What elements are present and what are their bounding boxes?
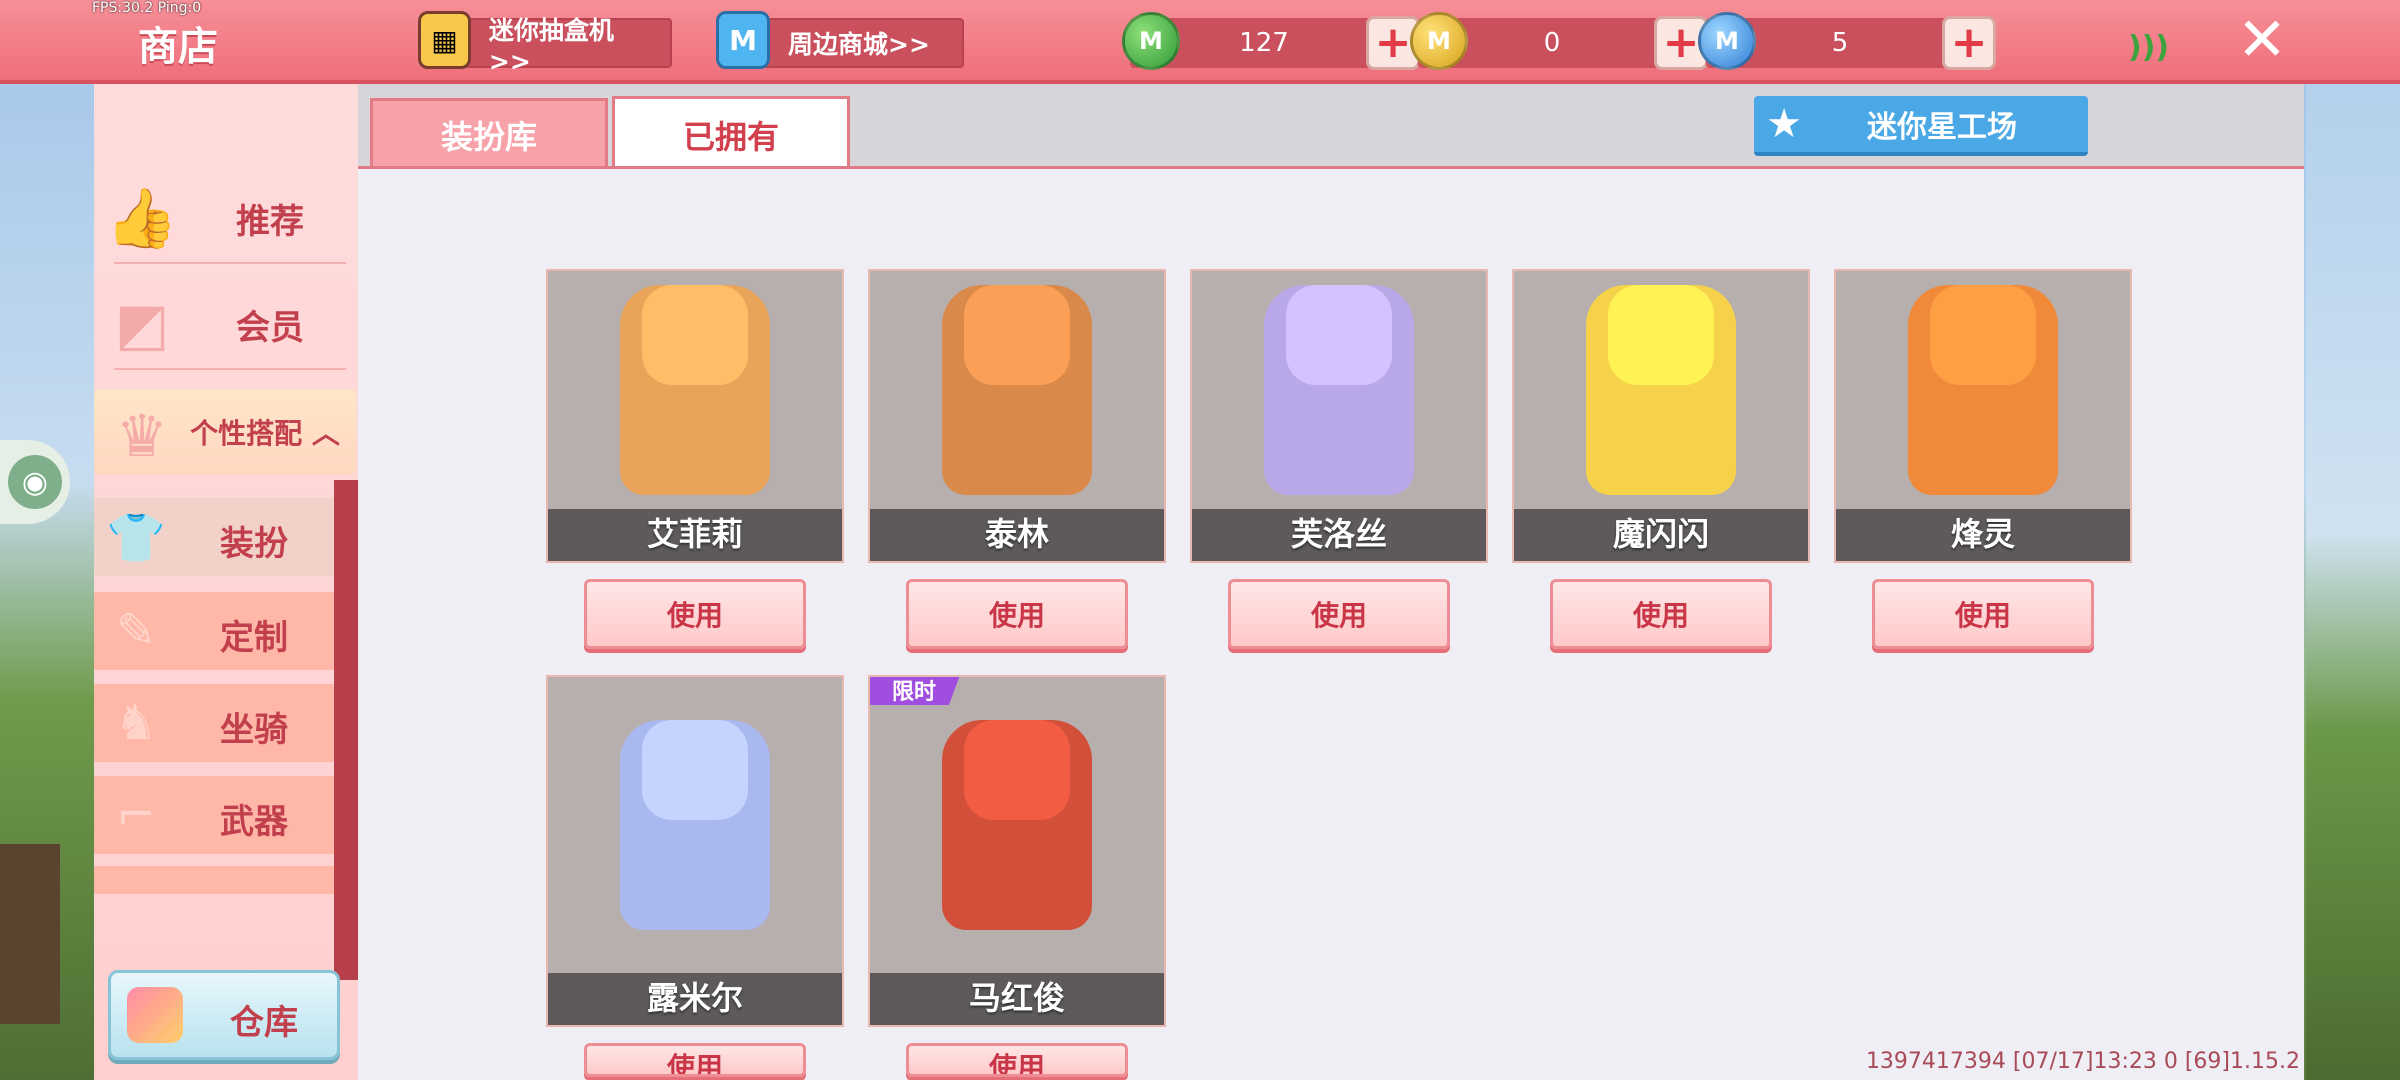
character-figure — [1264, 285, 1414, 495]
sidebar-item-label: 会员 — [236, 307, 304, 348]
use-button[interactable]: 使用 — [1872, 579, 2094, 649]
top-bar: FPS:30.2 Ping:0 商店 ▦ 迷你抽盒机>> M 周边商城>> M … — [0, 0, 2400, 84]
sidebar-scroll-rail — [334, 480, 358, 980]
star-icon: ★ — [1766, 101, 1802, 147]
skin-card[interactable]: 烽灵 — [1834, 269, 2132, 563]
game-world-right — [2306, 84, 2400, 1080]
tab-owned[interactable]: 已拥有 — [612, 96, 850, 170]
character-figure — [942, 285, 1092, 495]
tab-dress-library[interactable]: 装扮库 — [370, 98, 608, 168]
sidebar-subitem-label: 武器 — [220, 802, 288, 842]
build-info: 1397417394 [07/17]13:23 0 [69]1.15.2 — [1865, 1049, 2300, 1074]
mount-icon: ♞ — [114, 695, 158, 751]
use-button[interactable]: 使用 — [584, 579, 806, 649]
currency-amount: 0 — [1543, 28, 1561, 58]
skin-art — [548, 271, 842, 509]
sidebar-subitem-label: 装扮 — [220, 524, 288, 564]
use-button[interactable]: 使用 — [906, 579, 1128, 649]
sidebar-subitem-customize[interactable]: ✎ 定制 — [94, 592, 334, 670]
gun-icon: ⌐ — [115, 787, 157, 843]
terrain-block — [0, 844, 60, 1024]
currency-green: M 127 + — [1122, 12, 1420, 70]
use-button[interactable]: 使用 — [1228, 579, 1450, 649]
green-coin-icon: M — [1122, 12, 1180, 70]
shirt-icon: 👕 — [106, 509, 166, 566]
thumbs-up-icon: 👍 — [105, 183, 179, 252]
sidebar-item-recommend[interactable]: 👍 推荐 — [94, 172, 356, 264]
shop-title: 商店 — [138, 24, 218, 70]
sidebar-subitem-label: 定制 — [220, 618, 288, 658]
lottery-machine-label: 迷你抽盒机>> — [488, 15, 614, 76]
divider — [114, 368, 346, 370]
sidebar-subitem-dress[interactable]: 👕 装扮 — [94, 498, 334, 576]
add-currency-button[interactable]: + — [1942, 16, 1996, 70]
character-figure — [620, 720, 770, 930]
character-figure — [942, 720, 1092, 930]
sidebar-item-label: 个性搭配 ︿ — [190, 417, 340, 450]
divider — [114, 262, 346, 264]
blue-coin-icon: M — [1698, 12, 1756, 70]
currency-blue: M 5 + — [1698, 12, 1996, 70]
chest-icon — [127, 987, 183, 1043]
skin-art — [1514, 271, 1808, 509]
skin-art — [870, 271, 1164, 509]
sidebar-subitem-weapon[interactable]: ⌐ 武器 — [94, 776, 334, 854]
assistant-icon: ◉ — [8, 455, 62, 509]
tv-box-icon: ▦ — [418, 11, 471, 69]
skin-name: 马红俊 — [968, 979, 1065, 1017]
use-button[interactable]: 使用 — [906, 1043, 1128, 1077]
lottery-machine-button[interactable]: ▦ 迷你抽盒机>> — [418, 11, 672, 76]
skin-card[interactable]: 露米尔 — [546, 675, 844, 1027]
sidebar-subitem-more[interactable] — [94, 866, 334, 894]
character-figure — [1586, 285, 1736, 495]
gold-coin-icon: M — [1410, 12, 1468, 70]
skin-name: 烽灵 — [1950, 515, 2015, 553]
sidebar-subitem-label: 坐骑 — [220, 710, 288, 750]
signal-icon: ))) — [2128, 30, 2170, 65]
skin-card[interactable]: 芙洛丝 — [1190, 269, 1488, 563]
skin-art — [548, 677, 842, 973]
warehouse-label: 仓库 — [230, 1003, 298, 1043]
vip-badge-icon: ◩ — [114, 290, 170, 358]
trophy-icon: ♛ — [116, 402, 168, 470]
use-button[interactable]: 使用 — [584, 1043, 806, 1077]
warehouse-button[interactable]: 仓库 — [108, 970, 340, 1060]
merch-mall-label: 周边商城>> — [788, 30, 930, 59]
pencil-icon: ✎ — [115, 603, 157, 659]
mini-studio-button[interactable]: ★ 迷你星工场 — [1754, 96, 2088, 156]
skin-art — [1836, 271, 2130, 509]
sidebar-item-personalize[interactable]: ♛ 个性搭配 ︿ — [94, 390, 356, 474]
close-button[interactable]: ✕ — [2236, 10, 2288, 70]
sidebar-subitem-mount[interactable]: ♞ 坐骑 — [94, 684, 334, 762]
skin-art — [870, 677, 1164, 973]
main-panel: 装扮库 已拥有 ★ 迷你星工场 艾菲莉 使用 泰林 使用 芙洛丝 使用 魔闪闪 — [358, 84, 2304, 1080]
sidebar-item-vip[interactable]: ◩ 会员 — [94, 278, 356, 370]
skin-card[interactable]: 马红俊 限时 — [868, 675, 1166, 1027]
character-figure — [1908, 285, 2058, 495]
game-world-left — [0, 84, 94, 1080]
shopping-bag-icon: M — [716, 11, 770, 69]
currency-gold: M 0 + — [1410, 12, 1708, 70]
limited-time-badge: 限时 — [870, 677, 960, 705]
skin-card[interactable]: 魔闪闪 — [1512, 269, 1810, 563]
skin-name: 泰林 — [984, 515, 1049, 553]
skin-grid: 艾菲莉 使用 泰林 使用 芙洛丝 使用 魔闪闪 使用 烽灵 使用 露米尔 使用 … — [358, 166, 2304, 1080]
skin-name: 芙洛丝 — [1290, 515, 1387, 553]
currency-amount: 5 — [1831, 28, 1849, 58]
currency-amount: 127 — [1239, 28, 1289, 58]
skin-card[interactable]: 艾菲莉 — [546, 269, 844, 563]
skin-name: 魔闪闪 — [1612, 515, 1709, 553]
use-button[interactable]: 使用 — [1550, 579, 1772, 649]
character-figure — [620, 285, 770, 495]
skin-name: 露米尔 — [646, 979, 743, 1017]
merch-mall-button[interactable]: M 周边商城>> — [716, 11, 964, 69]
skin-art — [1192, 271, 1486, 509]
skin-name: 艾菲莉 — [646, 515, 743, 553]
skin-card[interactable]: 泰林 — [868, 269, 1166, 563]
sidebar-item-label: 推荐 — [236, 201, 304, 242]
mini-studio-label: 迷你星工场 — [1867, 110, 2017, 145]
sidebar: 👍 推荐 ◩ 会员 ♛ 个性搭配 ︿ 👕 装扮 ✎ 定制 ♞ 坐骑 ⌐ 武器 仓… — [94, 84, 358, 1080]
